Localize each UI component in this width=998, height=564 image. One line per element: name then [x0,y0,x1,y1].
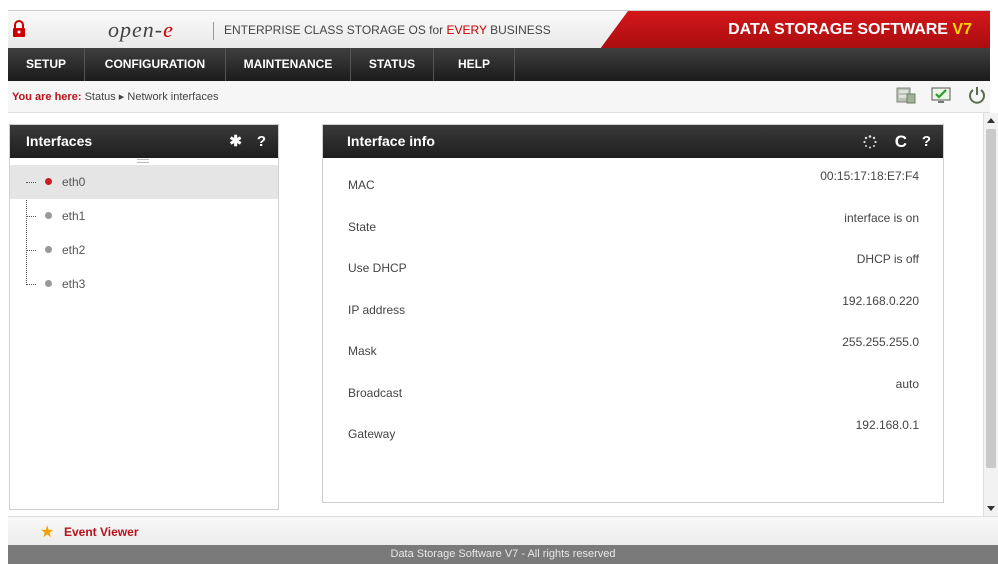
info-value: auto [895,376,919,391]
loading-spinner-icon[interactable] [863,135,877,149]
brand-version: V7 [952,21,972,38]
brand-text: DATA STORAGE SOFTWARE [728,21,953,38]
info-row-state: State interface is on [323,200,943,242]
main-menu: SETUP CONFIGURATION MAINTENANCE STATUS H… [8,48,990,81]
brand-title: DATA STORAGE SOFTWARE V7 [728,21,972,39]
storage-icon[interactable] [895,85,917,105]
info-key: Gateway [348,427,396,441]
lock-icon[interactable] [12,20,26,38]
info-row-gateway: Gateway 192.168.0.1 [323,407,943,449]
tree-item-eth3[interactable]: eth3 [10,267,278,301]
help-icon[interactable]: ? [257,125,266,158]
tree-item-label: eth1 [62,209,86,223]
tagline: ENTERPRISE CLASS STORAGE OS for EVERY BU… [224,23,551,37]
menu-help[interactable]: HELP [434,48,515,81]
info-key: Use DHCP [348,261,407,275]
info-row-mac: MAC 00:15:17:18:E7:F4 [323,158,943,200]
interface-info-title: Interface info [347,133,435,149]
menu-status[interactable]: STATUS [351,48,434,81]
tree-item-label: eth2 [62,243,86,257]
breadcrumb: You are here: Status ▸ Network interface… [12,90,218,103]
tree-item-label: eth0 [62,175,86,189]
monitor-check-icon[interactable] [930,85,952,105]
interfaces-header: Interfaces ✱ ? [10,125,278,158]
interface-info-panel: Interface info C ? MAC 00:15:17:18:E7:F4… [322,124,944,503]
app-header: open-e ENTERPRISE CLASS STORAGE OS for E… [8,10,990,49]
status-dot-icon [45,280,52,287]
logo-text: open- [108,17,164,42]
tagline-pre: ENTERPRISE CLASS STORAGE OS for [224,23,447,37]
gear-icon[interactable]: ✱ [229,125,242,158]
breadcrumb-label: You are here: [12,91,82,103]
vertical-scrollbar[interactable] [983,113,998,516]
help-icon[interactable]: ? [922,125,931,158]
tree-connector [26,182,36,183]
interface-tree: eth0 eth1 eth2 eth3 [10,165,278,301]
tree-item-label: eth3 [62,277,86,291]
tree-item-eth2[interactable]: eth2 [10,233,278,267]
menu-maintenance[interactable]: MAINTENANCE [226,48,351,81]
scroll-up-icon[interactable] [987,118,995,123]
status-dot-icon [45,212,52,219]
info-value: 192.168.0.220 [842,293,919,308]
tagline-highlight: EVERY [446,23,487,37]
info-key: MAC [348,178,375,192]
breadcrumb-path: Status ▸ Network interfaces [84,91,219,103]
info-row-mask: Mask 255.255.255.0 [323,324,943,366]
tree-item-eth0[interactable]: eth0 [10,165,278,199]
info-value: 192.168.0.1 [855,418,919,432]
tagline-post: BUSINESS [486,23,551,37]
brand-banner: DATA STORAGE SOFTWARE V7 [600,11,990,49]
info-key: Broadcast [348,385,403,400]
status-dot-icon [45,178,52,185]
info-row-dhcp: Use DHCP DHCP is off [323,241,943,283]
info-row-broadcast: Broadcast auto [323,366,943,408]
scroll-down-icon[interactable] [987,506,995,511]
tree-connector [26,250,36,251]
resize-grip-icon[interactable] [137,159,149,163]
header-divider [213,22,214,40]
info-row-ip: IP address 192.168.0.220 [323,283,943,325]
logout-icon[interactable] [966,85,988,105]
interfaces-panel: Interfaces ✱ ? eth0 eth1 eth2 eth3 [9,124,279,510]
tree-item-eth1[interactable]: eth1 [10,199,278,233]
info-value: interface is on [844,210,919,225]
interfaces-title: Interfaces [26,133,93,149]
logo-e: e [163,17,174,42]
info-key: Mask [348,344,377,358]
event-viewer-label[interactable]: Event Viewer [64,525,138,539]
info-key: IP address [348,302,406,317]
info-key: State [348,219,377,234]
breadcrumb-bar: You are here: Status ▸ Network interface… [8,81,990,113]
info-value: 255.255.255.0 [842,335,919,349]
menu-configuration[interactable]: CONFIGURATION [85,48,226,81]
interface-info-header: Interface info C ? [323,125,943,158]
info-value: 00:15:17:18:E7:F4 [820,169,919,183]
open-e-logo: open-e [108,17,174,43]
star-icon: ★ [40,524,55,541]
tree-connector [26,216,36,217]
footer: Data Storage Software V7 - All rights re… [8,545,998,564]
menu-setup[interactable]: SETUP [8,48,85,81]
tree-connector [26,284,36,285]
status-dot-icon [45,246,52,253]
info-value: DHCP is off [856,252,919,266]
event-viewer-bar[interactable]: ★ Event Viewer [8,516,998,545]
refresh-icon[interactable]: C [895,125,907,158]
scroll-thumb[interactable] [986,129,996,468]
